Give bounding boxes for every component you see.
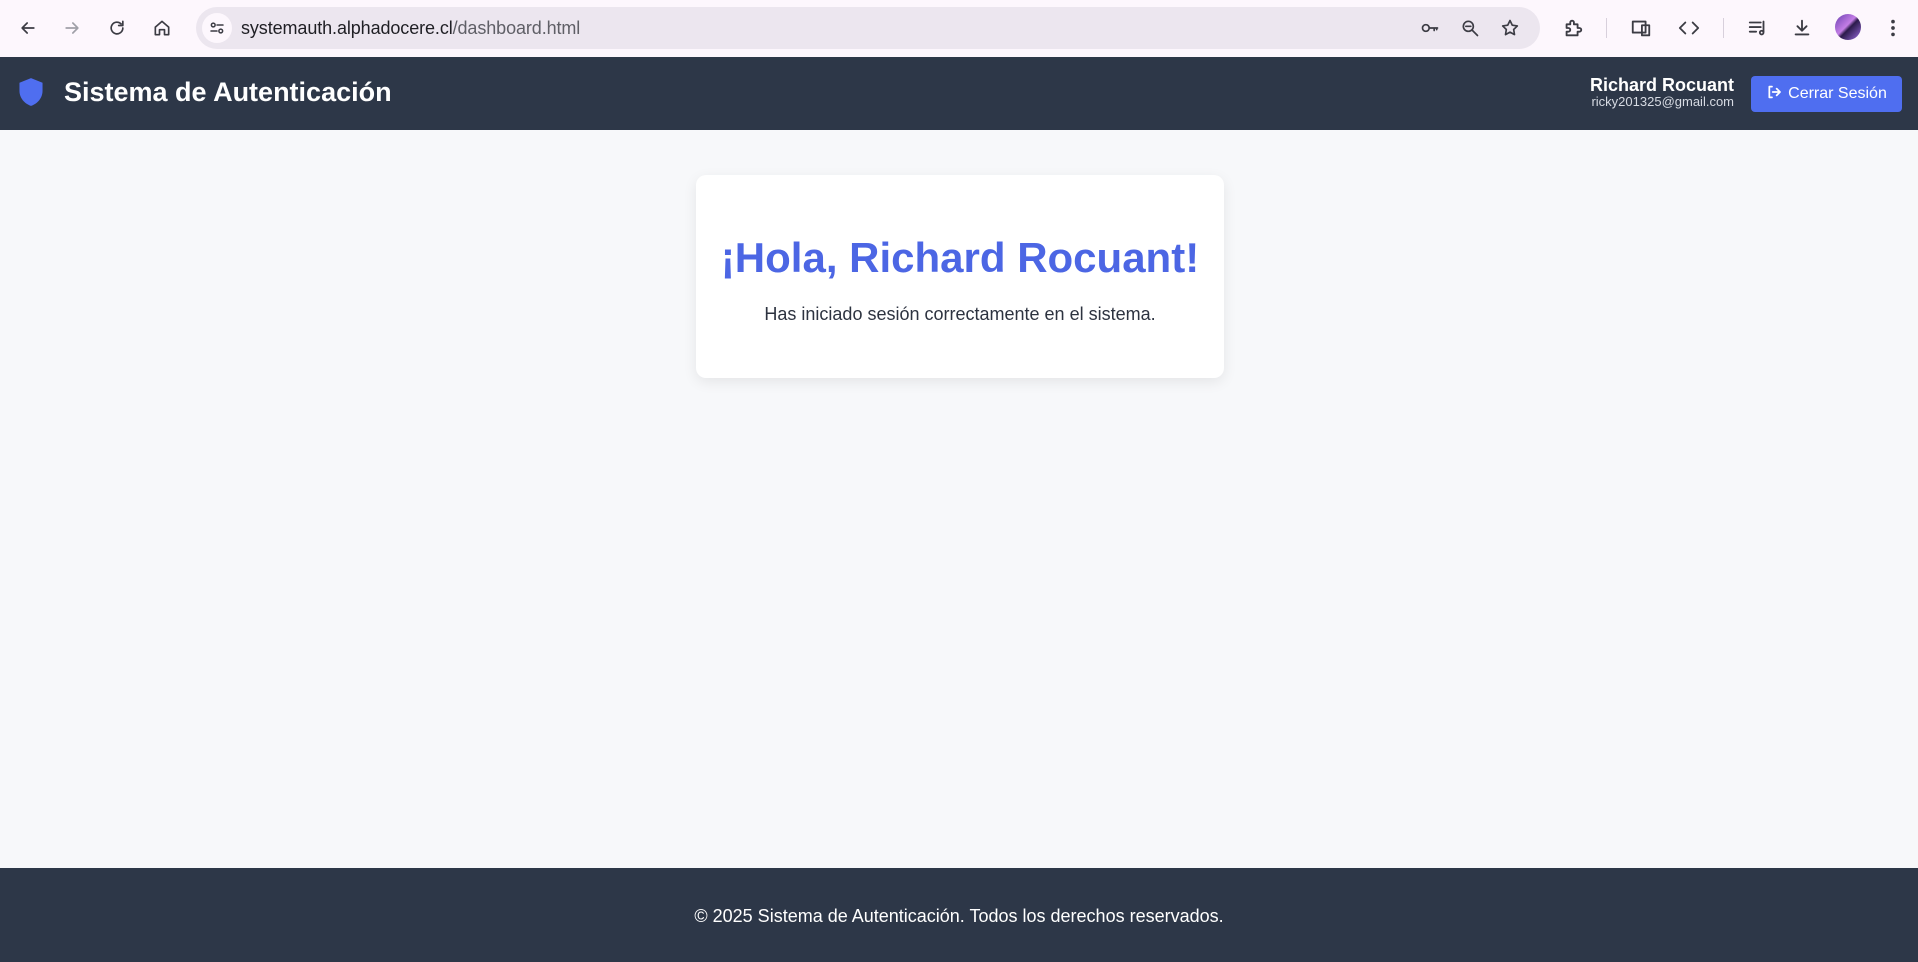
shield-icon: [17, 77, 45, 107]
forward-icon[interactable]: [57, 13, 87, 43]
code-icon[interactable]: [1675, 14, 1703, 42]
site-info-icon[interactable]: [202, 13, 232, 43]
welcome-card: ¡Hola, Richard Rocuant! Has iniciado ses…: [696, 175, 1224, 378]
bookmark-star-icon[interactable]: [1498, 16, 1522, 40]
toolbar-divider: [1723, 18, 1724, 38]
menu-icon[interactable]: [1879, 14, 1907, 42]
page-footer: © 2025 Sistema de Autenticación. Todos l…: [0, 868, 1918, 962]
extensions-icon[interactable]: [1559, 14, 1587, 42]
copyright-text: © 2025 Sistema de Autenticación. Todos l…: [694, 906, 1224, 926]
welcome-heading: ¡Hola, Richard Rocuant!: [720, 234, 1200, 281]
app-header: Sistema de Autenticación Richard Rocuant…: [0, 57, 1918, 130]
browser-toolbar: systemauth.alphadocere.cl/dashboard.html: [0, 0, 1918, 57]
url-text[interactable]: systemauth.alphadocere.cl/dashboard.html: [241, 18, 580, 39]
zoom-icon[interactable]: [1458, 16, 1482, 40]
back-icon[interactable]: [13, 13, 43, 43]
profile-avatar[interactable]: [1835, 14, 1861, 40]
media-queue-icon[interactable]: [1744, 14, 1772, 42]
download-icon[interactable]: [1788, 14, 1816, 42]
sign-out-icon: [1766, 84, 1782, 105]
device-icon[interactable]: [1627, 14, 1655, 42]
app-title: Sistema de Autenticación: [64, 77, 392, 107]
user-name: Richard Rocuant: [1589, 75, 1734, 95]
reload-icon[interactable]: [102, 13, 132, 43]
welcome-message: Has iniciado sesión correctamente en el …: [764, 304, 1156, 324]
home-icon[interactable]: [147, 13, 177, 43]
user-info: Richard Rocuant ricky201325@gmail.com: [1590, 75, 1734, 109]
password-key-icon[interactable]: [1418, 16, 1442, 40]
address-bar[interactable]: systemauth.alphadocere.cl/dashboard.html: [196, 7, 1540, 49]
logout-button[interactable]: Cerrar Sesión: [1751, 76, 1902, 112]
logout-label: Cerrar Sesión: [1788, 85, 1887, 102]
toolbar-divider: [1606, 18, 1607, 38]
user-email: ricky201325@gmail.com: [1591, 94, 1734, 109]
